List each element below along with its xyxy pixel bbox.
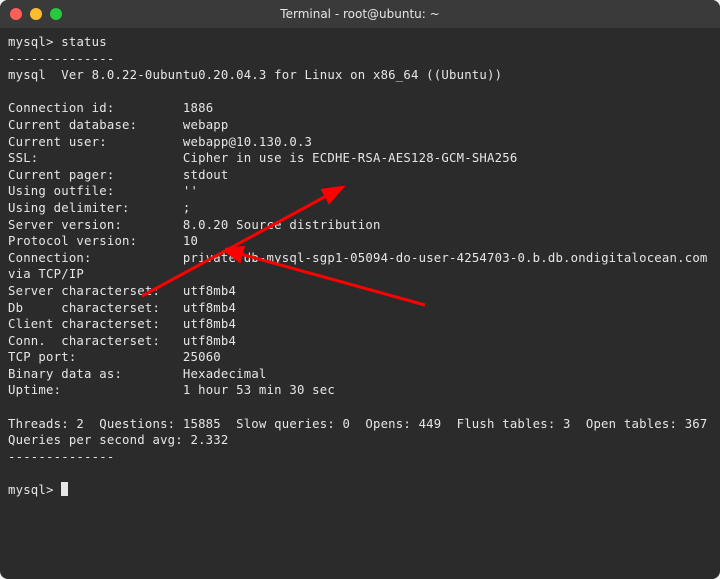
row-tcp-port: TCP port: 25060	[8, 350, 221, 364]
row-ssl: SSL: Cipher in use is ECDHE-RSA-AES128-G…	[8, 151, 517, 165]
row-uptime: Uptime: 1 hour 53 min 30 sec	[8, 383, 335, 397]
version-line: mysql Ver 8.0.22-0ubuntu0.20.04.3 for Li…	[8, 68, 502, 82]
close-icon[interactable]	[10, 8, 22, 20]
row-current-database: Current database: webapp	[8, 118, 229, 132]
window-title: Terminal - root@ubuntu: ~	[0, 7, 720, 21]
command: status	[61, 35, 107, 49]
minimize-icon[interactable]	[30, 8, 42, 20]
summary-line: Threads: 2 Questions: 15885 Slow queries…	[8, 417, 720, 448]
row-protocol-version: Protocol version: 10	[8, 234, 198, 248]
row-connection: Connection: private-db-mysql-sgp1-05094-…	[8, 251, 715, 282]
row-using-delimiter: Using delimiter: ;	[8, 201, 191, 215]
row-client-charset: Client characterset: utf8mb4	[8, 317, 236, 331]
row-current-pager: Current pager: stdout	[8, 168, 229, 182]
prompt: mysql>	[8, 483, 54, 497]
titlebar: Terminal - root@ubuntu: ~	[0, 0, 720, 28]
row-server-version: Server version: 8.0.20 Source distributi…	[8, 218, 381, 232]
window-controls	[0, 8, 62, 20]
row-binary-data: Binary data as: Hexadecimal	[8, 367, 267, 381]
row-using-outfile: Using outfile: ''	[8, 184, 198, 198]
divider: --------------	[8, 52, 114, 66]
terminal-content[interactable]: mysql> status -------------- mysql Ver 8…	[0, 28, 720, 579]
row-conn-charset: Conn. characterset: utf8mb4	[8, 334, 236, 348]
row-db-charset: Db characterset: utf8mb4	[8, 301, 236, 315]
cursor-icon	[61, 482, 68, 496]
divider: --------------	[8, 450, 114, 464]
maximize-icon[interactable]	[50, 8, 62, 20]
row-current-user: Current user: webapp@10.130.0.3	[8, 135, 312, 149]
row-server-charset: Server characterset: utf8mb4	[8, 284, 236, 298]
row-connection-id: Connection id: 1886	[8, 101, 213, 115]
terminal-window: Terminal - root@ubuntu: ~ mysql> status …	[0, 0, 720, 579]
prompt: mysql>	[8, 35, 54, 49]
